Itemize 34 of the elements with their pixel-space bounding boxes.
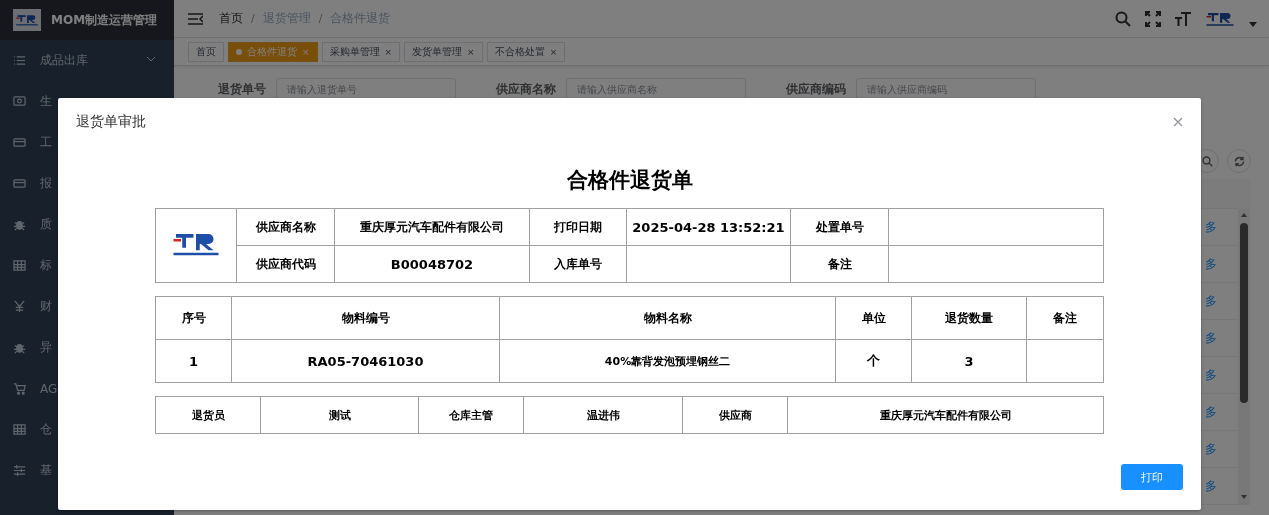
document-title: 合格件退货单 [566, 167, 693, 194]
breadcrumb-separator: / [251, 12, 255, 25]
table-cell: 测试 [260, 396, 419, 434]
dialog-title: 退货单审批 [76, 113, 146, 131]
table-cell: 供应商名称 [236, 208, 335, 246]
table-cell: 供应商代码 [236, 245, 335, 283]
column-header: 退货数量 [911, 296, 1027, 340]
breadcrumb-separator: / [318, 12, 323, 25]
table-cell: 重庆厚元汽车配件有限公司 [334, 208, 530, 246]
table-cell: 2025-04-28 13:52:21 [626, 208, 791, 246]
field-label: 供应商编码 [786, 81, 846, 98]
table-cell: 重庆厚元汽车配件有限公司 [787, 396, 1104, 434]
table-cell: 退货员 [155, 396, 261, 434]
table-cell: 1 [155, 339, 232, 383]
table-cell: 供应商 [682, 396, 788, 434]
app-title: MOM制造运营管理 [51, 11, 158, 29]
field-label: 退货单号 [218, 81, 266, 98]
table-cell: 打印日期 [529, 208, 627, 246]
column-header: 备注 [1026, 296, 1104, 340]
table-cell: B00048702 [334, 245, 530, 283]
table-cell: RA05-70461030 [231, 339, 500, 383]
table-cell: 仓库主管 [418, 396, 524, 434]
table-cell: 处置单号 [790, 208, 889, 246]
table-cell: 入库单号 [529, 245, 627, 283]
column-header: 序号 [155, 296, 232, 340]
field-label: 供应商名称 [496, 81, 556, 98]
table-cell: 个 [835, 339, 912, 383]
column-header: 物料编号 [231, 296, 500, 340]
column-header: 物料名称 [499, 296, 836, 340]
table-cell: 温进伟 [523, 396, 683, 434]
table-cell: 40%靠背发泡预埋钢丝二 [499, 339, 836, 383]
column-header: 单位 [835, 296, 912, 340]
table-cell: 3 [911, 339, 1027, 383]
table-cell: 备注 [790, 245, 889, 283]
